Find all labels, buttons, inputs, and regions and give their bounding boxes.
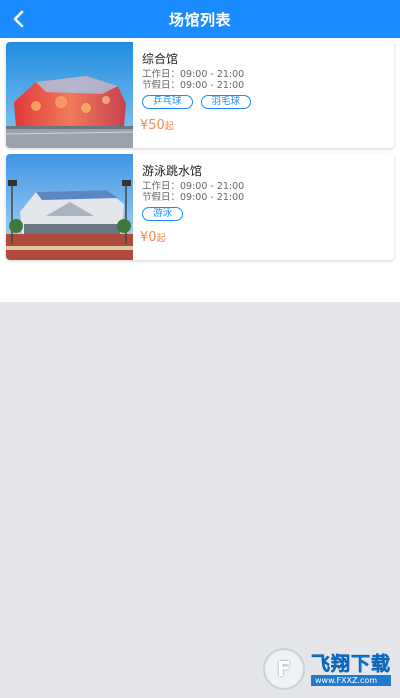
venue-name: 综合馆	[142, 52, 179, 66]
sport-tag: 羽毛球	[200, 95, 252, 109]
watermark: F 飞翔下载 www.FXXZ.com	[263, 648, 391, 690]
price-value: 0	[148, 230, 157, 245]
price: ¥0起	[140, 230, 166, 247]
sport-tags: 乒乓球 羽毛球	[142, 95, 252, 109]
price: ¥50起	[140, 118, 174, 135]
holiday-hours: 节假日：09:00 - 21:00	[142, 192, 245, 203]
workday-hours: 工作日：09:00 - 21:00	[142, 69, 245, 80]
price-unit: 起	[156, 234, 166, 244]
top-bar: 场馆列表	[0, 0, 400, 38]
venue-card-comprehensive-hall[interactable]: 综合馆 工作日：09:00 - 21:00 节假日：09:00 - 21:00 …	[6, 42, 394, 148]
venue-name: 游泳跳水馆	[142, 164, 203, 178]
sport-tags: 游泳	[142, 207, 184, 221]
holiday-hours: 节假日：09:00 - 21:00	[142, 80, 245, 91]
sport-tag: 游泳	[142, 207, 184, 221]
watermark-url: www.FXXZ.com	[311, 674, 391, 686]
watermark-text-group: 飞翔下载 www.FXXZ.com	[311, 652, 392, 686]
venue-card-swimming-diving-hall[interactable]: 游泳跳水馆 工作日：09:00 - 21:00 节假日：09:00 - 21:0…	[6, 154, 394, 260]
sport-tag: 乒乓球	[142, 95, 193, 109]
page-title: 场馆列表	[168, 11, 231, 29]
price-value: 50	[148, 118, 165, 133]
workday-hours: 工作日：09:00 - 21:00	[142, 181, 245, 192]
watermark-logo: F	[263, 648, 305, 690]
price-unit: 起	[164, 122, 174, 132]
venue-photo	[6, 154, 133, 260]
venue-list: 综合馆 工作日：09:00 - 21:00 节假日：09:00 - 21:00 …	[0, 38, 400, 302]
watermark-text: 飞翔下载	[311, 652, 392, 675]
venue-photo	[6, 42, 133, 148]
